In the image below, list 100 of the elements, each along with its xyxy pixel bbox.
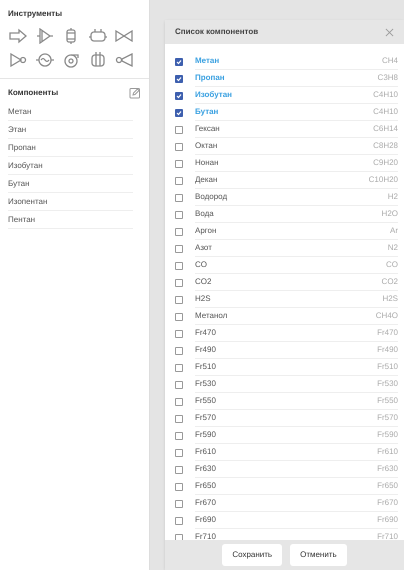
component-item[interactable]: Пентан — [8, 214, 36, 226]
checkbox[interactable] — [175, 364, 183, 372]
component-formula: C10H20 — [368, 174, 398, 186]
component-formula: CO — [386, 259, 398, 271]
component-item[interactable]: Изопентан — [8, 196, 48, 208]
component-name: Fr550 — [195, 395, 216, 407]
component-name: Декан — [195, 174, 218, 186]
component-name: Fr570 — [195, 412, 216, 424]
section-title: Инструменты — [8, 8, 64, 20]
component-name: Изобутан — [195, 89, 232, 101]
bowtie-icon[interactable] — [114, 28, 134, 44]
component-name: CO — [195, 259, 207, 271]
component-formula: H2 — [388, 191, 398, 203]
component-name: Метанол — [195, 310, 228, 322]
component-name: Fr690 — [195, 514, 216, 526]
component-item[interactable]: Пропан — [8, 142, 36, 154]
close-icon[interactable] — [385, 28, 394, 36]
checkbox[interactable] — [175, 228, 183, 236]
component-formula: CO2 — [382, 276, 398, 288]
component-formula: C3H8 — [378, 72, 398, 84]
component-name: Fr630 — [195, 463, 216, 475]
component-name: CO2 — [195, 276, 212, 288]
component-item[interactable]: Этан — [8, 124, 26, 136]
component-item[interactable]: Изобутан — [8, 160, 43, 172]
component-formula: Fr510 — [377, 361, 398, 373]
component-name: Водород — [195, 191, 228, 203]
edit-icon[interactable] — [129, 87, 141, 99]
checkbox[interactable] — [175, 108, 183, 116]
checkbox[interactable] — [175, 380, 183, 388]
checkbox[interactable] — [175, 58, 183, 66]
component-formula: Fr670 — [377, 497, 398, 509]
checkbox[interactable] — [175, 142, 183, 150]
component-name: Нонан — [195, 157, 219, 169]
component-name: Fr490 — [195, 344, 216, 356]
save-button[interactable]: Сохранить — [222, 544, 282, 566]
component-item[interactable]: Метан — [8, 106, 32, 118]
checkbox[interactable] — [175, 398, 183, 406]
checkbox[interactable] — [175, 414, 183, 422]
checkbox[interactable] — [175, 466, 183, 474]
component-formula: C4H10 — [373, 106, 398, 118]
component-name: Fr710 — [195, 531, 216, 540]
section-title: Компоненты — [8, 87, 58, 99]
checkbox[interactable] — [175, 210, 183, 218]
component-formula: C4H10 — [373, 89, 398, 101]
checkbox[interactable] — [175, 262, 183, 270]
component-name: Аргон — [195, 225, 216, 237]
checkbox[interactable] — [175, 194, 183, 202]
component-formula: Fr690 — [377, 514, 398, 526]
checkbox[interactable] — [175, 160, 183, 168]
checkbox[interactable] — [175, 244, 183, 252]
component-formula: C9H20 — [373, 157, 398, 169]
component-name: Бутан — [195, 106, 218, 118]
checkbox[interactable] — [175, 296, 183, 304]
component-formula: CH4 — [382, 55, 398, 67]
component-item[interactable]: Бутан — [8, 178, 30, 190]
component-formula: Fr530 — [377, 378, 398, 390]
checkbox[interactable] — [175, 312, 183, 320]
arrow-icon[interactable] — [8, 28, 28, 44]
checkbox[interactable] — [175, 432, 183, 440]
checkbox[interactable] — [175, 534, 183, 540]
checkbox[interactable] — [175, 330, 183, 338]
checkbox[interactable] — [175, 74, 183, 82]
component-name: Fr470 — [195, 327, 216, 339]
component-name: Fr530 — [195, 378, 216, 390]
component-name: Гексан — [195, 123, 220, 135]
component-formula: Fr550 — [377, 395, 398, 407]
component-name: Fr670 — [195, 497, 216, 509]
component-formula: Fr630 — [377, 463, 398, 475]
checkbox[interactable] — [175, 278, 183, 286]
dialog-title: Список компонентов — [175, 26, 258, 38]
component-formula: Fr490 — [377, 344, 398, 356]
checkbox[interactable] — [175, 126, 183, 134]
component-formula: Ar — [390, 225, 398, 237]
checkbox[interactable] — [175, 516, 183, 524]
checkbox[interactable] — [175, 92, 183, 100]
checkbox[interactable] — [175, 176, 183, 184]
component-formula: CH4O — [376, 310, 398, 322]
component-formula: Fr570 — [377, 412, 398, 424]
component-name: Пропан — [195, 72, 225, 84]
component-formula: Fr470 — [377, 327, 398, 339]
component-formula: Fr650 — [377, 480, 398, 492]
checkbox[interactable] — [175, 346, 183, 354]
component-name: Метан — [195, 55, 220, 67]
triangle-icon[interactable] — [34, 28, 55, 44]
component-name: Fr610 — [195, 446, 216, 458]
component-name: Октан — [195, 140, 218, 152]
component-name: Fr590 — [195, 429, 216, 441]
component-formula: C8H28 — [373, 140, 398, 152]
component-formula: C6H14 — [373, 123, 398, 135]
checkbox[interactable] — [175, 500, 183, 508]
cancel-button[interactable]: Отменить — [290, 544, 347, 566]
component-name: Вода — [195, 208, 214, 220]
component-name: Азот — [195, 242, 212, 254]
component-formula: Fr590 — [377, 429, 398, 441]
checkbox[interactable] — [175, 448, 183, 456]
checkbox[interactable] — [175, 482, 183, 490]
component-name: H2S — [195, 293, 211, 305]
component-formula: Fr710 — [377, 531, 398, 540]
component-name: Fr650 — [195, 480, 216, 492]
component-name: Fr510 — [195, 361, 216, 373]
